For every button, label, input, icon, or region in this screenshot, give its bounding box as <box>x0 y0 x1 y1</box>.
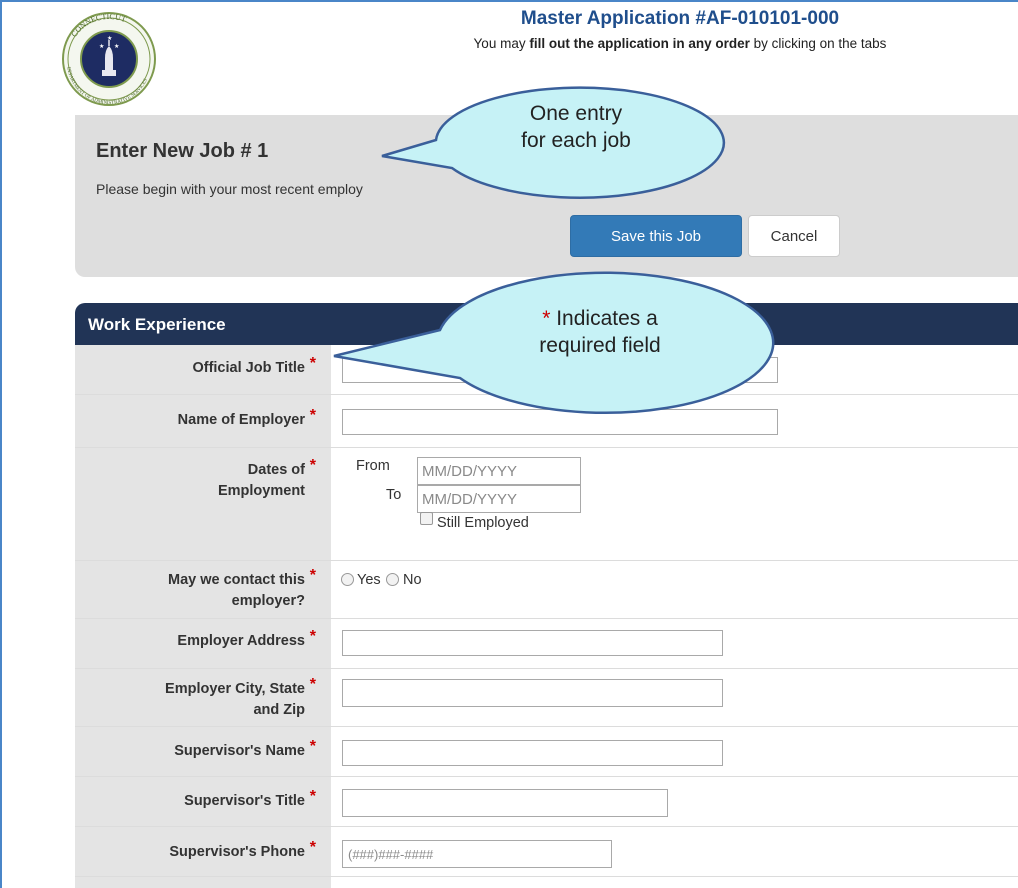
work-experience-form: Official Job Title * Name of Employer * Da… <box>75 345 1018 888</box>
supervisor-name-input[interactable] <box>342 740 723 766</box>
required-star: * <box>309 457 316 474</box>
job-entry-instructions: Please begin with your most recent emplo… <box>96 181 363 197</box>
address-label: Employer Address <box>177 633 305 649</box>
from-label: From <box>356 458 390 474</box>
address-input[interactable] <box>342 630 723 656</box>
job-entry-title: Enter New Job # 1 <box>96 140 269 162</box>
svg-text:★: ★ <box>99 43 104 50</box>
still-employed-checkbox[interactable] <box>420 512 433 525</box>
svg-text:★: ★ <box>107 35 112 42</box>
row-supervisor-title: Supervisor's Title * <box>75 777 1018 827</box>
row-employer: Name of Employer * <box>75 395 1018 448</box>
job-title-label: Official Job Title <box>192 360 305 376</box>
supervisor-name-label: Supervisor's Name <box>174 743 305 759</box>
employer-label: Name of Employer <box>177 412 305 428</box>
required-star: * <box>309 407 316 424</box>
row-job-title: Official Job Title * <box>75 345 1018 395</box>
supervisor-phone-input[interactable] <box>342 840 612 868</box>
required-star: * <box>309 676 316 693</box>
city-state-zip-input[interactable] <box>342 679 723 707</box>
row-address: Employer Address * <box>75 619 1018 669</box>
yes-label: Yes <box>357 572 381 588</box>
save-job-button[interactable]: Save this Job <box>570 215 742 257</box>
employer-input[interactable] <box>342 409 778 435</box>
required-star: * <box>309 628 316 645</box>
application-instructions: You may fill out the application in any … <box>473 36 887 51</box>
row-next <box>75 877 1018 888</box>
job-title-input[interactable] <box>342 357 778 383</box>
section-title: Work Experience <box>88 315 226 334</box>
to-date-input[interactable] <box>417 485 581 513</box>
row-dates: Dates ofEmployment* From To Still Employ… <box>75 448 1018 561</box>
supervisor-title-label: Supervisor's Title <box>184 793 305 809</box>
dates-label: Dates of Employment <box>217 462 305 499</box>
contact-label: May we contact this employer? <box>168 572 305 609</box>
city-label: Employer City, State and Zip <box>165 681 305 718</box>
row-supervisor-name: Supervisor's Name * <box>75 727 1018 777</box>
supervisor-title-input[interactable] <box>342 789 668 817</box>
still-employed-label: Still Employed <box>437 515 529 531</box>
required-star: * <box>309 788 316 805</box>
work-experience-header: Work Experience <box>75 303 1018 345</box>
to-label: To <box>386 487 402 503</box>
row-supervisor-phone: Supervisor's Phone * <box>75 827 1018 877</box>
required-star: * <box>309 839 316 856</box>
application-title: Master Application #AF-010101-000 <box>520 8 840 29</box>
contact-yes-radio[interactable] <box>341 573 354 586</box>
required-star: * <box>309 738 316 755</box>
from-date-input[interactable] <box>417 457 581 485</box>
contact-no-radio[interactable] <box>386 573 399 586</box>
row-contact: May we contact this employer? * Yes No <box>75 561 1018 619</box>
no-label: No <box>403 572 422 588</box>
required-star: * <box>309 567 316 584</box>
required-star: * <box>309 355 316 372</box>
supervisor-phone-label: Supervisor's Phone <box>169 844 305 860</box>
agency-seal-logo: ★ ★ ★ CONNECTICUT DEPARTMENT OF ADMINIST… <box>47 10 171 108</box>
svg-text:★: ★ <box>114 43 119 50</box>
cancel-button[interactable]: Cancel <box>748 215 840 257</box>
row-city: Employer City, State and Zip * <box>75 669 1018 727</box>
